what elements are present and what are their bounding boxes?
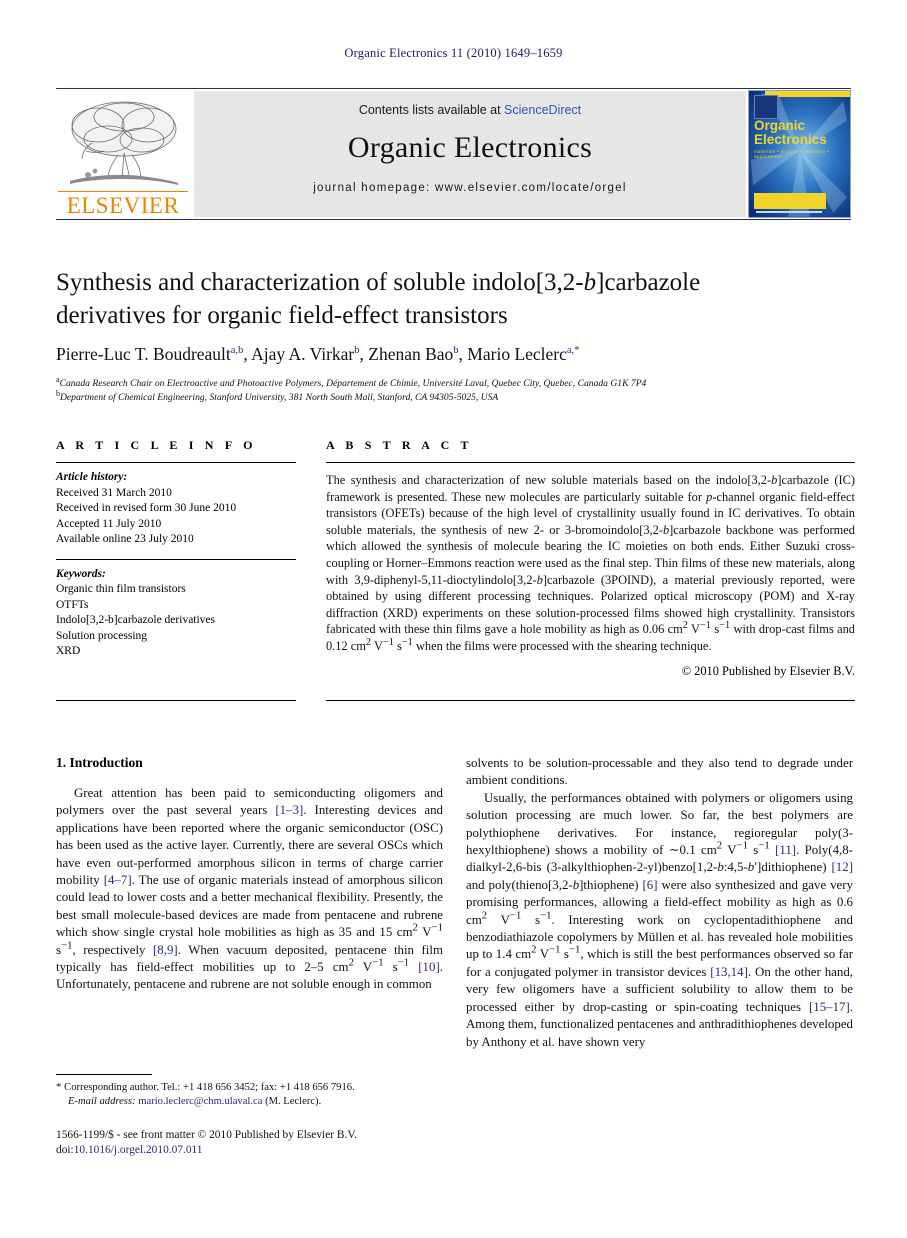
affiliation-a-text: Canada Research Chair on Electroactive a… — [59, 378, 647, 389]
cover-title: Organic Electronics — [754, 119, 846, 147]
body-paragraph: Usually, the performances obtained with … — [466, 790, 854, 1049]
article-info-block: A R T I C L E I N F O Article history: R… — [56, 438, 296, 660]
author-0-name: Pierre-Luc T. Boudreault — [56, 344, 231, 364]
article-history-item: Received 31 March 2010 — [56, 486, 172, 499]
doi-label: doi: — [56, 1143, 74, 1156]
author-sep-0: , — [243, 344, 252, 364]
article-history-item: Available online 23 July 2010 — [56, 533, 194, 545]
masthead-center: Contents lists available at ScienceDirec… — [194, 91, 746, 217]
author-1-name: Ajay A. Virkar — [251, 344, 355, 364]
paper-page: Organic Electronics 11 (2010) 1649–1659 — [0, 0, 907, 1238]
article-title-line1b: ]carbazole — [596, 269, 701, 296]
footnote-corresponding-text: Corresponding author. Tel.: +1 418 656 3… — [64, 1082, 355, 1093]
affiliations: aCanada Research Chair on Electroactive … — [56, 375, 856, 405]
author-sep-1: , — [359, 344, 369, 364]
section-heading-introduction: 1. Introduction — [56, 755, 143, 770]
article-title-line1: Synthesis and characterization of solubl… — [56, 269, 584, 296]
author-3: Mario Leclerca,* — [467, 344, 579, 364]
article-history-label: Article history: — [56, 471, 128, 483]
info-block-rule-bottom — [56, 700, 296, 701]
email-suffix: (M. Leclerc). — [265, 1096, 322, 1108]
corresponding-author-star: * — [574, 345, 580, 357]
author-1: Ajay A. Virkarb — [251, 344, 359, 364]
cover-subtitle: materials • physics • chemistry • applic… — [754, 149, 830, 159]
journal-homepage-link[interactable]: journal homepage: www.elsevier.com/locat… — [194, 182, 746, 194]
doi-link[interactable]: 10.1016/j.orgel.2010.07.011 — [74, 1144, 203, 1156]
article-title-italic: b — [583, 269, 597, 296]
footnote-line1: * Corresponding author. Tel.: +1 418 656… — [56, 1080, 443, 1095]
cover-publisher-badge — [754, 95, 778, 119]
contents-prefix: Contents lists available at — [358, 103, 505, 117]
abstract-heading: A B S T R A C T — [326, 438, 473, 452]
article-title: Synthesis and characterization of solubl… — [56, 266, 856, 332]
email-label: E-mail address: — [68, 1096, 136, 1108]
abstract-text: The synthesis and characterization of ne… — [326, 473, 856, 653]
elsevier-logo: ELSEVIER — [56, 91, 192, 219]
article-info-rule-top — [56, 462, 296, 463]
author-2: Zhenan Baob — [368, 344, 458, 364]
author-2-name: Zhenan Bao — [368, 344, 454, 364]
author-0-marks: a,b — [230, 345, 244, 357]
author-0: Pierre-Luc T. Boudreaulta,b — [56, 344, 243, 364]
cover-footer-block — [754, 193, 826, 209]
email-link[interactable]: mario.leclerc@chm.ulaval.ca — [138, 1096, 262, 1107]
keyword-item: Solution processing — [56, 629, 148, 642]
affiliation-b-text: Department of Chemical Engineering, Stan… — [60, 391, 499, 403]
author-3-marks: a,* — [567, 345, 580, 356]
body-column-left: 1. Introduction Great attention has been… — [56, 755, 443, 994]
imprint-front-matter: 1566-1199/$ - see front matter © 2010 Pu… — [56, 1129, 357, 1141]
abstract-block: A B S T R A C T The synthesis and charac… — [326, 438, 855, 679]
corresponding-author-footnote: * Corresponding author. Tel.: +1 418 656… — [56, 1080, 443, 1110]
contents-available-line: Contents lists available at ScienceDirec… — [194, 103, 746, 117]
article-title-line2: derivatives for organic field-effect tra… — [56, 302, 508, 329]
author-list: Pierre-Luc T. Boudreaulta,b, Ajay A. Vir… — [56, 344, 856, 365]
abstract-rule-top — [326, 462, 855, 463]
sciencedirect-link[interactable]: ScienceDirect — [504, 103, 581, 117]
affiliation-b: bDepartment of Chemical Engineering, Sta… — [56, 389, 856, 405]
body-paragraph: Great attention has been paid to semicon… — [56, 786, 444, 992]
journal-title: Organic Electronics — [347, 131, 593, 164]
body-column-right: solvents to be solution-processable and … — [466, 755, 853, 1051]
body-paragraph: solvents to be solution-processable and … — [466, 756, 853, 788]
imprint-block: 1566-1199/$ - see front matter © 2010 Pu… — [56, 1128, 476, 1157]
article-history-item: Accepted 11 July 2010 — [56, 517, 162, 530]
footnote-separator — [56, 1074, 152, 1075]
article-history-item: Received in revised form 30 June 2010 — [56, 502, 237, 514]
author-3-name: Mario Leclerc — [467, 344, 567, 364]
journal-cover-thumbnail: Organic Electronics materials • physics … — [748, 90, 851, 218]
abstract-copyright: © 2010 Published by Elsevier B.V. — [681, 663, 855, 678]
journal-masthead: ELSEVIER Contents lists available at Sci… — [56, 88, 851, 220]
cover-title-line1: Organic — [754, 118, 806, 133]
keywords-label: Keywords: — [56, 567, 106, 580]
elsevier-tree-icon — [62, 95, 186, 191]
footnote-line2: E-mail address: mario.leclerc@chm.ulaval… — [56, 1095, 443, 1109]
affiliation-a: aCanada Research Chair on Electroactive … — [56, 375, 856, 391]
author-sep-2: , — [458, 344, 468, 364]
cover-footer-line — [756, 211, 822, 213]
footnote-star: * — [56, 1081, 62, 1093]
running-head: Organic Electronics 11 (2010) 1649–1659 — [344, 46, 563, 60]
keyword-item: XRD — [56, 645, 81, 657]
cover-title-line2: Electronics — [754, 132, 827, 147]
imprint-doi: doi:10.1016/j.orgel.2010.07.011 — [56, 1143, 476, 1158]
keyword-item: Indolo[3,2-b]carbazole derivatives — [56, 614, 216, 626]
article-info-heading: A R T I C L E I N F O — [56, 438, 257, 452]
keyword-item: Organic thin film transistors — [56, 583, 186, 595]
article-info-rule-mid — [56, 558, 296, 560]
keyword-item: OTFTs — [56, 598, 89, 611]
abstract-rule-bottom — [326, 700, 855, 701]
elsevier-wordmark: ELSEVIER — [58, 191, 188, 219]
